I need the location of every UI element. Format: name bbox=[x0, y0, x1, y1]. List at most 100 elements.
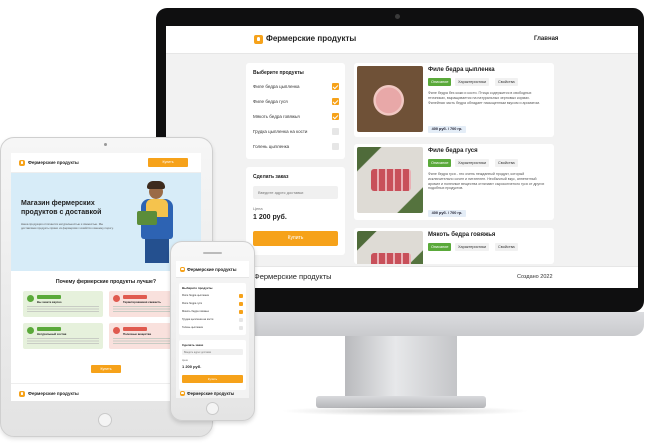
imac-shadow bbox=[280, 406, 530, 416]
footer-brand: Фермерские продукты bbox=[187, 391, 235, 396]
advantage-tag bbox=[123, 327, 147, 331]
filter-option[interactable]: Филе бедра гуся bbox=[253, 99, 288, 104]
tab-properties[interactable]: Свойства bbox=[495, 159, 518, 167]
buy-button[interactable]: Купить bbox=[91, 365, 121, 373]
product-filter-panel: Выберите продукты Филе бедра цыпленка Фи… bbox=[246, 63, 345, 159]
order-panel: Сделать заказ Введите адрес доставки Цен… bbox=[246, 167, 345, 255]
footer-copyright: Создано 2022 bbox=[517, 274, 553, 280]
advantage-title: Натуральный состав bbox=[37, 332, 67, 336]
advantage-title: Полезные вещества bbox=[123, 332, 152, 336]
order-panel: Сделать заказ Введите адрес доставки Цен… bbox=[179, 340, 246, 390]
checkbox-checked-icon[interactable] bbox=[332, 83, 339, 90]
checkbox-empty-icon[interactable] bbox=[239, 325, 243, 330]
tab-specs[interactable]: Характеристики bbox=[455, 243, 490, 251]
heart-icon bbox=[113, 327, 120, 334]
order-price: 1 200 руб. bbox=[182, 364, 202, 369]
tab-specs[interactable]: Характеристики bbox=[455, 78, 490, 86]
camera-icon bbox=[104, 143, 107, 146]
price-badge: 400 руб. / 700 гр. bbox=[428, 210, 466, 217]
address-input[interactable]: Введите адрес доставки bbox=[182, 349, 243, 355]
tab-specs[interactable]: Характеристики bbox=[455, 159, 490, 167]
device-mockup-scene: Фермерские продукты Главная Выберите про… bbox=[0, 0, 650, 447]
hero-text: Наша продукция отличается натуральностью… bbox=[21, 222, 114, 230]
price-label: Цена bbox=[182, 359, 188, 362]
filter-option[interactable]: Голень цыпленка bbox=[253, 144, 289, 149]
filter-title: Выберите продукты bbox=[182, 286, 213, 290]
farmer-logo-icon[interactable] bbox=[180, 267, 185, 272]
checkbox-empty-icon[interactable] bbox=[332, 143, 339, 150]
filter-option[interactable]: Филе бедра цыпленка bbox=[253, 84, 300, 89]
farmer-logo-icon[interactable] bbox=[254, 35, 263, 44]
tab-description[interactable]: Описание bbox=[428, 159, 452, 167]
product-photo bbox=[357, 66, 423, 132]
sprout-icon bbox=[27, 327, 34, 334]
tab-properties[interactable]: Свойства bbox=[495, 78, 518, 86]
site-header: Фермерские продукты bbox=[176, 261, 249, 278]
advantage-tag bbox=[37, 327, 61, 331]
footer-brand: Фермерские продукты bbox=[254, 272, 332, 281]
home-button-icon bbox=[98, 413, 112, 427]
product-photo bbox=[357, 231, 423, 264]
footer-brand: Фермерские продукты bbox=[28, 391, 79, 396]
header-buy-button[interactable]: Купить bbox=[148, 158, 188, 167]
product-card: Филе бедра цыпленка Описание Характерист… bbox=[354, 63, 554, 137]
nav-link-home[interactable]: Главная bbox=[534, 36, 558, 42]
farmer-illustration bbox=[147, 181, 165, 189]
filter-option[interactable]: Голень цыпленка bbox=[182, 326, 203, 329]
tab-description[interactable]: Описание bbox=[428, 78, 452, 86]
price-label: Цена bbox=[253, 206, 263, 211]
address-input[interactable]: Введите адрес доставки bbox=[253, 186, 338, 199]
order-title: Сделать заказ bbox=[182, 343, 204, 347]
product-card: Мякоть бедра говяжья Описание Характерис… bbox=[354, 228, 554, 264]
clock-icon bbox=[113, 295, 120, 302]
checkbox-checked-icon[interactable] bbox=[239, 301, 243, 306]
buy-button[interactable]: Купить bbox=[253, 231, 338, 246]
product-filter-panel: Выберите продукты Филе бедра цыпленка Фи… bbox=[179, 283, 246, 335]
farmer-logo-icon bbox=[19, 391, 25, 397]
product-description: Филе бедра гуся - это очень нежданный пр… bbox=[428, 172, 545, 191]
advantage-card: Натуральный состав bbox=[23, 323, 103, 349]
product-description: Филе бедра без кожи и кости. Птица содер… bbox=[428, 91, 540, 105]
site-header: Фермерские продукты Купить bbox=[11, 153, 201, 173]
farmer-logo-icon bbox=[180, 391, 185, 396]
filter-option[interactable]: Филе бедра цыпленка bbox=[182, 294, 209, 297]
order-price: 1 200 руб. bbox=[253, 214, 287, 221]
filter-option[interactable]: Грудка цыпленка на кости bbox=[253, 129, 307, 134]
farmer-logo-icon[interactable] bbox=[19, 160, 25, 166]
filter-title: Выберите продукты bbox=[253, 70, 304, 76]
advantage-title: Гарантированная свежесть bbox=[123, 300, 162, 304]
checkbox-checked-icon[interactable] bbox=[332, 113, 339, 120]
speaker-icon bbox=[203, 252, 222, 254]
site-brand[interactable]: Фермерские продукты bbox=[28, 160, 79, 165]
checkbox-checked-icon[interactable] bbox=[239, 309, 243, 314]
filter-option[interactable]: Мякоть бедра говяжья bbox=[182, 310, 209, 313]
product-card: Филе бедра гуся Описание Характеристики … bbox=[354, 144, 554, 220]
home-button-icon bbox=[206, 402, 219, 415]
checkbox-checked-icon[interactable] bbox=[332, 98, 339, 105]
filter-option[interactable]: Филе бедра гуся bbox=[182, 302, 202, 305]
filter-option[interactable]: Мякоть бедра говяжья bbox=[253, 114, 300, 119]
tab-description[interactable]: Описание bbox=[428, 243, 452, 251]
advantage-title: Вы знаете вкусно bbox=[37, 300, 62, 304]
site-brand[interactable]: Фермерские продукты bbox=[187, 267, 237, 272]
site-brand[interactable]: Фермерские продукты bbox=[266, 34, 356, 43]
camera-icon bbox=[395, 14, 400, 19]
checkbox-empty-icon[interactable] bbox=[239, 317, 243, 322]
order-title: Сделать заказ bbox=[253, 174, 289, 180]
tab-properties[interactable]: Свойства bbox=[495, 243, 518, 251]
product-name: Филе бедра гуся bbox=[428, 148, 478, 154]
hero-title: Магазин фермерских продуктов с доставкой bbox=[21, 200, 102, 216]
site-footer: Фермерские продукты bbox=[176, 390, 249, 398]
checkbox-checked-icon[interactable] bbox=[239, 293, 243, 298]
checkbox-empty-icon[interactable] bbox=[332, 128, 339, 135]
product-name: Филе бедра цыпленка bbox=[428, 67, 495, 73]
filter-option[interactable]: Грудка цыпленка на кости bbox=[182, 318, 213, 321]
advantage-text bbox=[27, 338, 99, 344]
advantage-tag bbox=[37, 295, 61, 299]
advantage-card: Вы знаете вкусно bbox=[23, 291, 103, 317]
site-header: Фермерские продукты Главная bbox=[166, 26, 638, 54]
imac-stand bbox=[345, 336, 457, 398]
leaf-icon bbox=[27, 295, 34, 302]
buy-button[interactable]: Купить bbox=[182, 375, 243, 383]
price-badge: 400 руб. / 700 гр. bbox=[428, 126, 466, 133]
